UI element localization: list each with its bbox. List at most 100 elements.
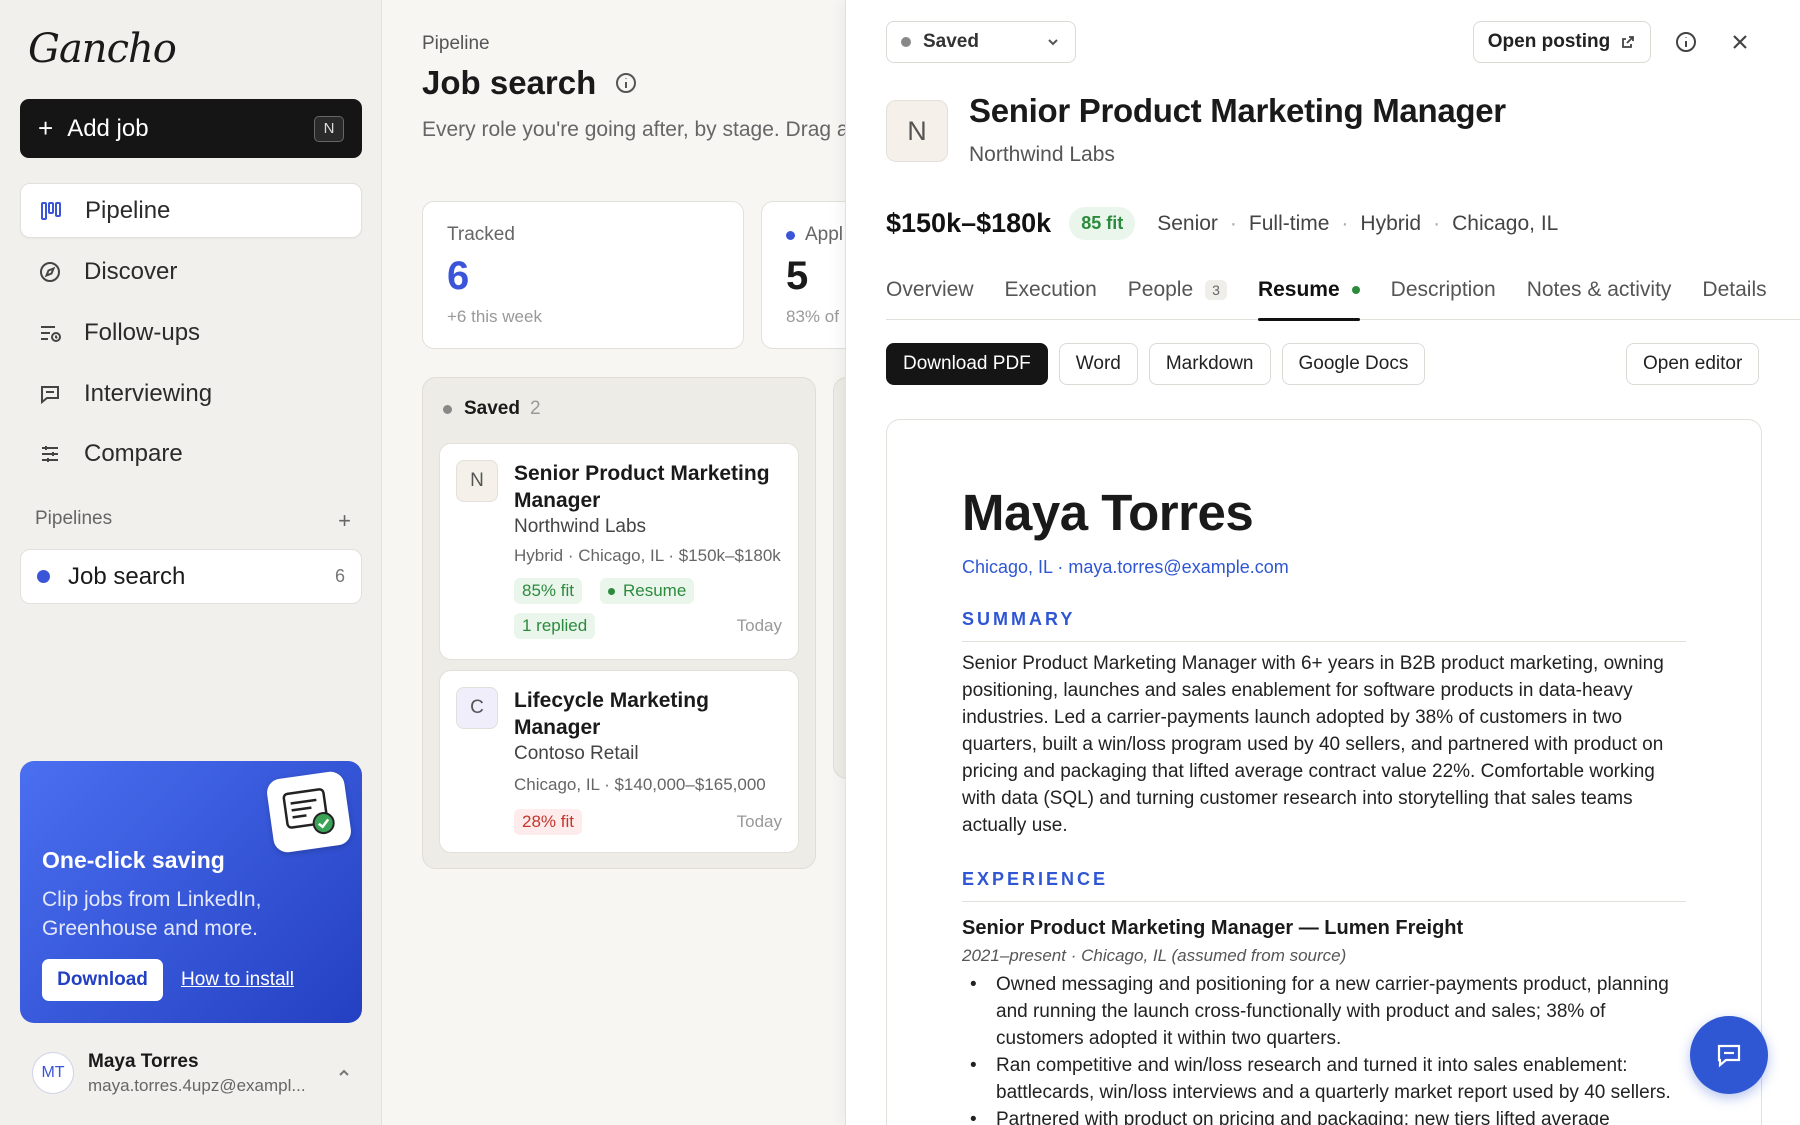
promo-title: One-click saving: [42, 847, 225, 873]
pipelines-label: Pipelines: [35, 508, 113, 529]
page-title: Job search: [422, 64, 638, 102]
job-company: Northwind Labs: [969, 143, 1115, 166]
column-header: Saved 2: [443, 398, 541, 420]
info-icon[interactable]: [1672, 28, 1700, 56]
pipelines-header: Pipelines +: [35, 508, 351, 534]
chat-icon: [41, 385, 59, 404]
sliders-icon: [42, 445, 58, 462]
job-card-date: Today: [736, 616, 782, 635]
tab-notes-activity[interactable]: Notes & activity: [1527, 272, 1672, 320]
resume-bullet: Ran competitive and win/loss research an…: [962, 1052, 1686, 1106]
job-card[interactable]: N Senior Product Marketing Manager North…: [439, 443, 799, 660]
nav-item-interviewing[interactable]: Interviewing: [20, 366, 362, 421]
resume-role: Senior Product Marketing Manager — Lumen…: [962, 917, 1464, 939]
nav-item-pipeline[interactable]: Pipeline: [20, 183, 362, 238]
salary: $150k–$180k: [886, 208, 1052, 238]
column-saved: Saved 2 N Senior Product Marketing Manag…: [422, 377, 816, 869]
detail-tabs: Overview Execution People 3 Resume Descri…: [886, 272, 1800, 321]
info-icon[interactable]: [614, 71, 638, 95]
open-posting-button[interactable]: Open posting: [1473, 21, 1651, 63]
stat-value: 6: [447, 254, 470, 298]
nav-item-follow-ups[interactable]: Follow-ups: [20, 305, 362, 360]
word-button[interactable]: Word: [1058, 343, 1138, 385]
meta-workplace: Hybrid: [1360, 211, 1422, 235]
pipeline-board: Pipeline Job search Every role you're go…: [383, 0, 901, 1125]
job-meta-row: $150k–$180k 85 fit Senior · Full-time · …: [886, 207, 1558, 240]
resume-bullet: Owned messaging and positioning for a ne…: [962, 971, 1686, 1052]
app-logo[interactable]: Gancho: [28, 26, 177, 72]
shortcut-badge: N: [314, 115, 344, 142]
add-pipeline-icon[interactable]: +: [338, 508, 351, 534]
pipeline-item-job-search[interactable]: Job search 6: [20, 549, 362, 604]
avatar: MT: [32, 1052, 74, 1094]
open-editor-button[interactable]: Open editor: [1626, 343, 1760, 385]
nav-item-compare[interactable]: Compare: [20, 426, 362, 481]
nav-label: Discover: [84, 257, 178, 285]
company-logo: C: [456, 687, 498, 729]
pipeline-count: 6: [334, 566, 345, 586]
pipeline-label: Job search: [68, 562, 186, 590]
company-logo: N: [886, 100, 948, 162]
nav-label: Pipeline: [85, 196, 171, 224]
breadcrumb[interactable]: Pipeline: [422, 33, 490, 55]
resume-summary-heading: SUMMARY: [962, 609, 1686, 642]
resume-name: Maya Torres: [962, 484, 1254, 541]
status-dot: [1351, 286, 1360, 294]
fit-badge: 28% fit: [514, 809, 582, 835]
user-info: Maya Torres maya.torres.4upz@exampl...: [88, 1051, 318, 1096]
status-dot: [443, 404, 452, 414]
nav-item-discover[interactable]: Discover: [20, 244, 362, 299]
resume-actions: Download PDF Word Markdown Google Docs: [886, 343, 1436, 385]
stat-label: Appl: [805, 224, 844, 245]
status-select[interactable]: Saved: [886, 21, 1076, 63]
job-card-company: Contoso Retail: [514, 743, 639, 764]
meta-location: Chicago, IL: [1452, 211, 1559, 235]
tab-resume[interactable]: Resume: [1257, 272, 1360, 321]
job-card-meta: Hybrid · Chicago, IL · $150k–$180k: [514, 546, 781, 565]
resume-bullets: Owned messaging and positioning for a ne…: [962, 971, 1686, 1125]
resume-experience-heading: EXPERIENCE: [962, 869, 1686, 902]
fit-badge: 85 fit: [1069, 207, 1136, 240]
chat-bubble-icon: [1717, 1044, 1741, 1068]
add-job-button[interactable]: + Add job N: [20, 99, 362, 158]
meta-employment: Full-time: [1248, 211, 1330, 235]
sidebar: Gancho + Add job N Pipeline Discover Fol…: [0, 0, 382, 1125]
markdown-button[interactable]: Markdown: [1148, 343, 1271, 385]
kanban-icon: [41, 201, 61, 220]
job-card[interactable]: C Lifecycle Marketing Manager Contoso Re…: [439, 670, 799, 853]
tab-execution[interactable]: Execution: [1005, 272, 1097, 320]
download-pdf-button[interactable]: Download PDF: [886, 343, 1048, 385]
job-detail-drawer: Saved Open posting N Senior Product Mark…: [845, 0, 1800, 1125]
resume-summary: Senior Product Marketing Manager with 6+…: [962, 653, 1664, 836]
user-menu[interactable]: MT Maya Torres maya.torres.4upz@exampl..…: [32, 1048, 352, 1098]
stat-card-tracked: Tracked 6 +6 this week: [422, 201, 744, 349]
status-dot: [786, 230, 795, 240]
tab-label: Resume: [1257, 278, 1340, 301]
job-card-company: Northwind Labs: [514, 516, 647, 537]
tab-overview[interactable]: Overview: [886, 272, 974, 320]
google-docs-button[interactable]: Google Docs: [1281, 343, 1426, 385]
chat-button[interactable]: [1690, 1016, 1768, 1094]
tab-description[interactable]: Description: [1391, 272, 1496, 320]
status-dot: [901, 37, 911, 47]
page-subtitle: Every role you're going after, by stage.…: [422, 118, 849, 141]
job-card-meta: Chicago, IL · $140,000–$165,000: [514, 775, 766, 794]
column-label: Saved: [464, 398, 520, 419]
nav-label: Compare: [84, 439, 183, 467]
promo-download-button[interactable]: Download: [42, 959, 163, 1001]
resume-badge-label: Resume: [623, 581, 687, 600]
user-email: maya.torres.4upz@exampl...: [88, 1075, 306, 1095]
resume-contact[interactable]: Chicago, IL · maya.torres@example.com: [962, 557, 1289, 578]
promo-body: Clip jobs from LinkedIn, Greenhouse and …: [42, 888, 262, 940]
column-count: 2: [529, 398, 541, 419]
tab-label: People: [1127, 278, 1194, 301]
replied-badge: 1 replied: [514, 613, 596, 639]
job-card-title: Senior Product Marketing Manager: [514, 462, 770, 512]
promo-howto-link[interactable]: How to install: [181, 969, 294, 991]
stat-label: Tracked: [447, 224, 515, 245]
resume-preview: Maya Torres Chicago, IL · maya.torres@ex…: [886, 419, 1762, 1125]
close-icon[interactable]: [1726, 28, 1754, 56]
page-title-text: Job search: [422, 64, 597, 101]
tab-people[interactable]: People 3: [1128, 272, 1227, 320]
tab-details[interactable]: Details: [1702, 272, 1766, 320]
